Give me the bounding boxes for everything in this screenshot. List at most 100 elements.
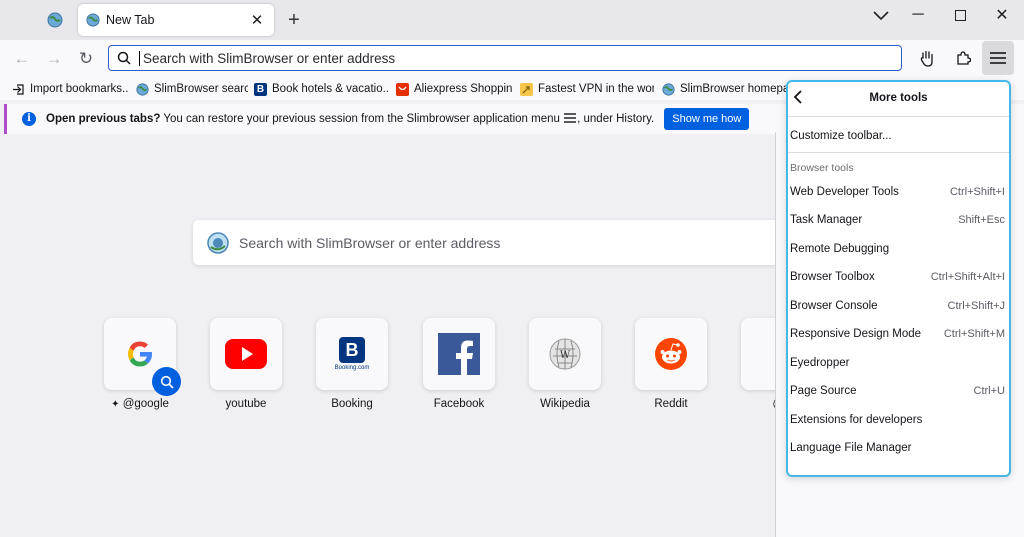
bookmark-vpn[interactable]: Fastest VPN in the wor... — [520, 80, 654, 98]
notification-title: Open previous tabs? — [46, 113, 161, 125]
menu-item-task-manager[interactable]: Task Manager Shift+Esc — [790, 209, 1005, 231]
menu-item-label: Responsive Design Mode — [790, 328, 922, 340]
list-all-tabs-button[interactable] — [861, 4, 901, 26]
new-tab-button[interactable]: + — [284, 9, 304, 31]
tile-label-wikipedia: Wikipedia — [540, 398, 590, 410]
tile-label-youtube: youtube — [225, 398, 267, 410]
facebook-icon — [438, 333, 480, 375]
arrow-right-icon: → — [45, 49, 63, 68]
menu-item-label: Eyedropper — [790, 357, 850, 369]
reddit-icon — [655, 338, 687, 370]
menu-item-shortcut: Ctrl+Shift+M — [943, 328, 1005, 340]
tile-wikipedia[interactable]: W — [529, 318, 601, 390]
bookmark-slimbrowser-search[interactable]: SlimBrowser search — [136, 80, 248, 98]
menu-item-eyedropper[interactable]: Eyedropper — [790, 352, 1005, 374]
menu-item-browser-toolbox[interactable]: Browser Toolbox Ctrl+Shift+Alt+I — [790, 266, 1005, 288]
reload-button[interactable]: ↻ — [72, 45, 100, 73]
import-icon — [12, 83, 25, 96]
address-bar[interactable] — [108, 45, 902, 71]
extensions-button[interactable] — [947, 41, 979, 75]
search-icon — [117, 51, 131, 65]
menu-item-label: Task Manager — [790, 214, 863, 226]
app-menu-button[interactable] — [982, 41, 1014, 75]
slimbrowser-logo-icon — [207, 231, 229, 254]
tile-facebook[interactable] — [423, 318, 495, 390]
svg-text:W: W — [560, 350, 571, 361]
tile-label-reddit: Reddit — [654, 398, 688, 410]
tab-title: New Tab — [106, 13, 155, 27]
menu-item-shortcut: Ctrl+Shift+Alt+I — [930, 271, 1005, 283]
menu-item-responsive-design-mode[interactable]: Responsive Design Mode Ctrl+Shift+M — [790, 323, 1005, 345]
bookmark-label: SlimBrowser homepa... — [680, 83, 786, 95]
menu-item-label: Page Source — [790, 385, 857, 397]
show-me-how-button[interactable]: Show me how — [664, 108, 750, 130]
forward-button[interactable]: → — [40, 45, 68, 73]
pinned-tab[interactable] — [40, 6, 70, 34]
hamburger-icon — [564, 113, 577, 123]
bookmark-aliexpress[interactable]: Aliexpress Shopping — [396, 80, 512, 98]
pin-icon: ✦ — [111, 399, 120, 410]
address-input[interactable] — [141, 49, 845, 67]
tile-reddit[interactable] — [635, 318, 707, 390]
close-icon: ✕ — [995, 7, 1009, 24]
menu-item-page-source[interactable]: Page Source Ctrl+U — [790, 380, 1005, 402]
youtube-icon — [225, 339, 267, 369]
booking-icon: B Booking.com — [334, 337, 370, 371]
tile-label-facebook: Facebook — [433, 398, 485, 410]
close-icon[interactable]: ✕ — [248, 11, 266, 29]
notification-tail: , under History. — [577, 113, 655, 125]
tile-booking[interactable]: B Booking.com — [316, 318, 388, 390]
menu-item-shortcut: Shift+Esc — [958, 214, 1005, 226]
back-button[interactable]: ← — [8, 45, 36, 73]
tile-label-booking: Booking — [331, 398, 373, 410]
tab-bar: New Tab ✕ + ─ ✕ — [0, 0, 1024, 40]
bookmark-label: Book hotels & vacatio... — [272, 83, 388, 95]
globe-icon — [47, 12, 63, 28]
info-icon: i — [22, 112, 36, 126]
panel-title: More tools — [869, 92, 928, 104]
bookmark-import[interactable]: Import bookmarks... — [12, 80, 128, 98]
bookmark-booking[interactable]: B Book hotels & vacatio... — [254, 80, 388, 98]
menu-item-label: Customize toolbar... — [790, 130, 892, 142]
tile-youtube[interactable] — [210, 318, 282, 390]
wikipedia-icon: W — [549, 338, 581, 370]
menu-item-label: Web Developer Tools — [790, 186, 899, 198]
maximize-button[interactable] — [940, 4, 980, 26]
search-shortcut-button[interactable] — [152, 367, 181, 396]
menu-item-label: Browser Toolbox — [790, 271, 875, 283]
search-icon — [160, 375, 174, 389]
google-icon — [128, 341, 152, 367]
globe-icon — [136, 82, 149, 96]
menu-item-label: Remote Debugging — [790, 243, 890, 255]
home-search-placeholder: Search with SlimBrowser or enter address — [239, 234, 501, 251]
menu-item-remote-debugging[interactable]: Remote Debugging — [790, 238, 1005, 260]
bookmark-label: Import bookmarks... — [30, 83, 128, 95]
more-tools-panel: More tools Customize toolbar... Browser … — [786, 80, 1011, 477]
menu-item-shortcut: Ctrl+Shift+J — [947, 300, 1005, 312]
maximize-icon — [954, 9, 966, 21]
menu-item-extensions-for-developers[interactable]: Extensions for developers — [790, 409, 1005, 431]
aliexpress-icon — [396, 82, 409, 96]
menu-item-shortcut: Ctrl+U — [973, 385, 1005, 397]
bookmark-slimbrowser-homepage[interactable]: SlimBrowser homepa... — [662, 80, 786, 98]
hand-tool-button[interactable] — [911, 41, 943, 75]
hand-icon — [920, 50, 933, 67]
menu-item-language-file-manager[interactable]: Language File Manager — [790, 437, 1005, 459]
separator — [788, 152, 1009, 153]
tab-new-tab[interactable]: New Tab ✕ — [78, 4, 274, 36]
minimize-button[interactable]: ─ — [898, 4, 938, 26]
menu-item-label: Extensions for developers — [790, 414, 923, 426]
globe-icon — [662, 82, 675, 96]
notification-text: You can restore your previous session fr… — [163, 113, 560, 125]
booking-caption: Booking.com — [334, 365, 370, 371]
booking-icon: B — [254, 82, 267, 96]
chevron-down-icon — [873, 11, 889, 21]
hamburger-icon — [990, 52, 1006, 64]
menu-item-browser-console[interactable]: Browser Console Ctrl+Shift+J — [790, 295, 1005, 317]
arrow-left-icon: ← — [13, 49, 31, 68]
home-search-box[interactable]: Search with SlimBrowser or enter address — [193, 220, 793, 265]
close-window-button[interactable]: ✕ — [982, 4, 1022, 26]
customize-toolbar-item[interactable]: Customize toolbar... — [790, 125, 1005, 147]
menu-item-web-developer-tools[interactable]: Web Developer Tools Ctrl+Shift+I — [790, 181, 1005, 203]
bookmark-label: Aliexpress Shopping — [414, 83, 512, 95]
